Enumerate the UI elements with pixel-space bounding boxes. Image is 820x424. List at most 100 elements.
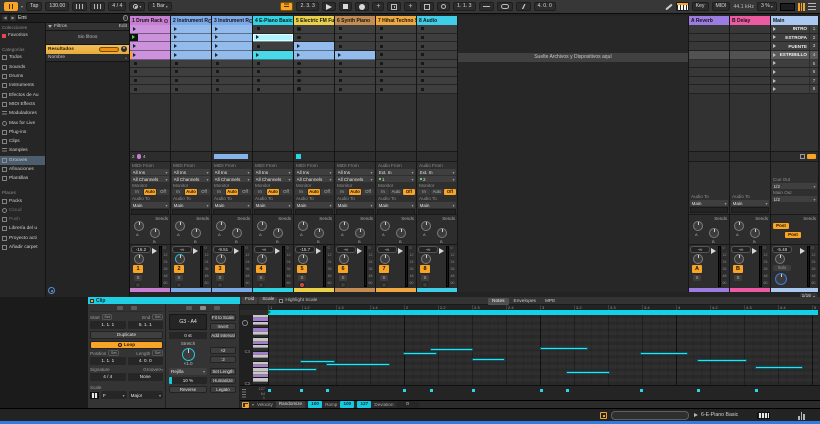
monitor-off-button[interactable]: Off xyxy=(362,189,374,195)
clip-slot[interactable] xyxy=(294,25,334,34)
clip-slot[interactable] xyxy=(335,77,375,86)
monitor-off-button[interactable]: Off xyxy=(157,189,169,195)
clip-slot[interactable] xyxy=(376,60,416,69)
send-a-knob[interactable] xyxy=(339,221,349,231)
velocity-marker[interactable] xyxy=(403,389,406,392)
send-a-knob[interactable] xyxy=(734,221,744,231)
stretch-knob[interactable] xyxy=(182,348,195,361)
clip-slot[interactable] xyxy=(376,25,416,34)
clip-slot[interactable] xyxy=(417,77,457,86)
clip-slot[interactable] xyxy=(730,77,770,86)
input-chooser[interactable]: Ext. In▾ xyxy=(377,169,415,175)
volume-value[interactable]: -5.48 xyxy=(772,246,792,253)
track-activator-button[interactable]: 8 xyxy=(420,265,430,273)
send-a-knob[interactable] xyxy=(380,221,390,231)
input-channel-chooser[interactable]: 1▾ xyxy=(377,176,415,182)
velocity-marker[interactable] xyxy=(326,389,329,392)
pan-knob[interactable] xyxy=(134,254,144,264)
chevron-down-icon[interactable]: ▾ xyxy=(21,4,23,9)
track-activator-button[interactable]: 1 xyxy=(133,265,143,273)
loop-length-field[interactable]: 4. 0. 0 xyxy=(534,2,556,11)
clip-slot[interactable] xyxy=(171,77,211,86)
clip-slot[interactable] xyxy=(689,60,729,69)
clip-slot[interactable] xyxy=(376,51,416,60)
track-header[interactable]: 6 Synth Piano xyxy=(335,16,375,25)
clip-slot[interactable] xyxy=(689,25,729,34)
monitor-in-button[interactable]: In xyxy=(254,189,266,195)
monitor-auto-button[interactable]: Auto xyxy=(349,189,361,195)
monitor-auto-button[interactable]: Auto xyxy=(431,189,443,195)
monitor-off-button[interactable]: Off xyxy=(444,189,456,195)
input-channel-chooser[interactable]: All Channels▾ xyxy=(213,176,251,182)
double-time-button[interactable]: ×2 xyxy=(210,347,236,354)
clip-start-field[interactable]: 1. 1. 1 xyxy=(90,321,126,329)
midi-note[interactable] xyxy=(755,366,803,369)
sidebar-item-efectos-de-au[interactable]: Efectos de Au xyxy=(0,90,45,99)
fader-handle[interactable] xyxy=(800,248,805,254)
volume-value[interactable]: -∞ xyxy=(418,246,438,253)
arm-button[interactable] xyxy=(258,282,264,288)
clip-slot[interactable] xyxy=(212,42,252,51)
tab-notes[interactable]: Notes xyxy=(488,298,509,305)
edit-filters-button[interactable]: Edit xyxy=(119,24,127,29)
velocity-marker[interactable] xyxy=(540,389,543,392)
sidebar-item-librer-a-del-u[interactable]: Librería del u xyxy=(0,224,45,233)
volume-value[interactable]: -∞ xyxy=(172,246,192,253)
half-time-button[interactable]: :2 xyxy=(210,356,236,363)
clip-slot[interactable] xyxy=(253,85,293,94)
track-header[interactable]: B Delay xyxy=(730,16,770,25)
loop-start-field[interactable]: 1. 1. 3 xyxy=(453,2,475,11)
midi-note[interactable] xyxy=(566,371,610,374)
clip-slot[interactable] xyxy=(417,25,457,34)
humanize-amount-field[interactable]: 10 % xyxy=(169,377,207,384)
monitor-auto-button[interactable]: Auto xyxy=(144,189,156,195)
tab-envelopes[interactable]: Envelopes xyxy=(510,298,540,305)
scene-row[interactable]: PUENTE3 xyxy=(771,42,818,51)
preferences-menu-icon[interactable] xyxy=(808,3,816,10)
back-arrow-icon[interactable]: ◀ xyxy=(2,15,8,21)
deviation-field[interactable]: 0 xyxy=(397,401,419,408)
clip-slot[interactable] xyxy=(171,85,211,94)
nudge-up-button[interactable] xyxy=(90,2,105,11)
arm-button[interactable] xyxy=(135,282,141,288)
legato-button[interactable]: Legato xyxy=(210,386,236,393)
monitor-auto-button[interactable]: Auto xyxy=(308,189,320,195)
scale-button[interactable]: Scale xyxy=(259,297,277,304)
track-activator-button[interactable]: 5 xyxy=(297,265,307,273)
input-chooser[interactable]: All Ins▾ xyxy=(295,169,333,175)
track-header[interactable]: 5 Electric FM Fuz xyxy=(294,16,334,25)
volume-fader[interactable]: 01224364860 xyxy=(357,246,374,287)
clip-slot[interactable] xyxy=(212,85,252,94)
fader-handle[interactable] xyxy=(357,248,362,254)
pan-knob[interactable] xyxy=(775,254,785,264)
clip-slot[interactable] xyxy=(335,51,375,60)
ramp-to-field[interactable]: 127 xyxy=(357,401,371,408)
clip-slot[interactable] xyxy=(417,51,457,60)
draw-mode-icon[interactable] xyxy=(665,3,672,10)
signature-field[interactable]: 4 / 4 xyxy=(90,373,126,381)
solo-button[interactable]: S xyxy=(134,275,142,281)
clip-slot[interactable] xyxy=(417,85,457,94)
velocity-marker[interactable] xyxy=(430,389,433,392)
tab-mpe[interactable]: MPE xyxy=(541,298,559,305)
clip-slot[interactable] xyxy=(730,51,770,60)
solo-button[interactable]: S xyxy=(339,275,347,281)
results-row[interactable]: Resultados ✕ xyxy=(46,45,129,54)
pan-knob[interactable] xyxy=(175,254,185,264)
add-interval-button[interactable]: Add Interval xyxy=(210,332,236,339)
scene-row[interactable]: 5 xyxy=(771,60,818,69)
volume-fader[interactable]: 01224364860 xyxy=(234,246,251,287)
clip-panel-title[interactable]: Clip xyxy=(88,297,240,304)
output-chooser[interactable]: Main▾ xyxy=(295,202,333,208)
send-b-knob[interactable] xyxy=(191,228,201,238)
capture-midi-button[interactable] xyxy=(420,2,434,11)
solo-button[interactable]: S xyxy=(257,275,265,281)
volume-fader[interactable]: 01224364860 xyxy=(800,246,817,287)
clip-slot[interactable] xyxy=(130,68,170,77)
input-chooser[interactable]: All Ins▾ xyxy=(336,169,374,175)
volume-value[interactable]: -15.7 xyxy=(295,246,315,253)
fader-handle[interactable] xyxy=(152,248,157,254)
pan-knob[interactable] xyxy=(216,254,226,264)
volume-value[interactable]: -9.51 xyxy=(213,246,233,253)
clip-slot[interactable] xyxy=(376,34,416,43)
